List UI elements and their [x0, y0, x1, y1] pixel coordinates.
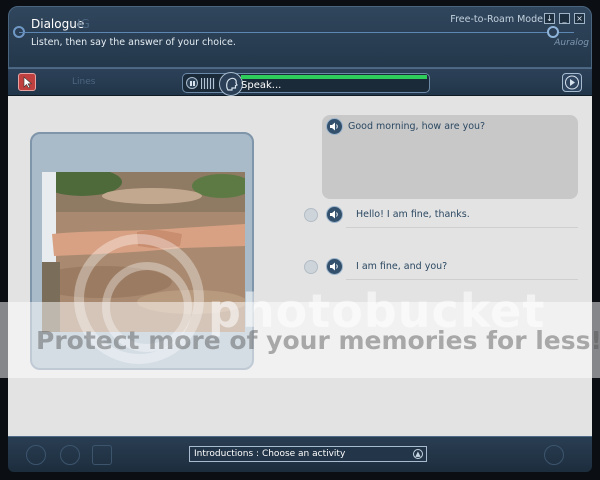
speak-bar: Speak...: [182, 72, 430, 96]
watermark-banner: Protect more of your memories for less!: [0, 302, 600, 378]
app-window: Dialogue IG Listen, then say the answer …: [0, 0, 600, 480]
mode-label: Free-to-Roam Mode: [450, 14, 543, 25]
bottom-bar: Introductions : Choose an activity ▲: [8, 436, 592, 472]
answer-option-2[interactable]: I am fine, and you?: [304, 256, 580, 282]
microphone-icon[interactable]: [219, 72, 243, 96]
speaker-icon[interactable]: [326, 258, 343, 275]
instruction-text: Listen, then say the answer of your choi…: [31, 37, 236, 48]
back-icon[interactable]: [60, 445, 80, 465]
watermark-banner-text: Protect more of your memories for less!: [36, 326, 600, 355]
answer-radio[interactable]: [304, 208, 318, 222]
activity-text: Introductions : Choose an activity: [194, 449, 346, 459]
meter-icon: [201, 78, 215, 89]
minimize-button[interactable]: _: [559, 13, 570, 24]
help-icon[interactable]: [544, 445, 564, 465]
speak-label: Speak...: [241, 80, 282, 91]
timeline-line: [19, 32, 574, 33]
next-button[interactable]: [562, 73, 582, 92]
answer-radio[interactable]: [304, 260, 318, 274]
timeline-end-dot: [547, 26, 559, 38]
title-ghost-text: IG: [77, 17, 90, 31]
next-icon: [565, 75, 579, 90]
chevron-up-icon[interactable]: ▲: [413, 449, 423, 459]
title-panel: Dialogue IG Listen, then say the answer …: [8, 6, 592, 68]
close-button[interactable]: ×: [574, 13, 585, 24]
activity-selector[interactable]: Introductions : Choose an activity ▲: [189, 446, 427, 462]
pause-icon[interactable]: [186, 77, 198, 89]
brand-logo: Auralog: [554, 38, 589, 48]
forward-icon[interactable]: [92, 445, 112, 465]
question-bubble: Good morning, how are you?: [322, 115, 578, 199]
home-icon[interactable]: [26, 445, 46, 465]
lines-ghost-label: Lines: [72, 77, 96, 87]
answer-option-1[interactable]: Hello! I am fine, thanks.: [304, 204, 580, 230]
speaker-icon[interactable]: [326, 206, 343, 223]
pointer-button[interactable]: [18, 73, 36, 91]
down-button[interactable]: ↓: [544, 13, 555, 24]
pointer-icon: [23, 76, 33, 89]
answer-text: I am fine, and you?: [356, 261, 448, 272]
dialogue-content: Good morning, how are you? Hello! I am f…: [8, 96, 592, 436]
answer-divider: [346, 279, 578, 280]
speaker-icon[interactable]: [326, 118, 343, 135]
answer-text: Hello! I am fine, thanks.: [356, 209, 470, 220]
toolbar: Lines Speak...: [8, 68, 592, 96]
voice-level-bar: [241, 75, 427, 79]
head-profile-icon: [226, 77, 238, 91]
answer-divider: [346, 227, 578, 228]
question-text: Good morning, how are you?: [348, 121, 486, 132]
